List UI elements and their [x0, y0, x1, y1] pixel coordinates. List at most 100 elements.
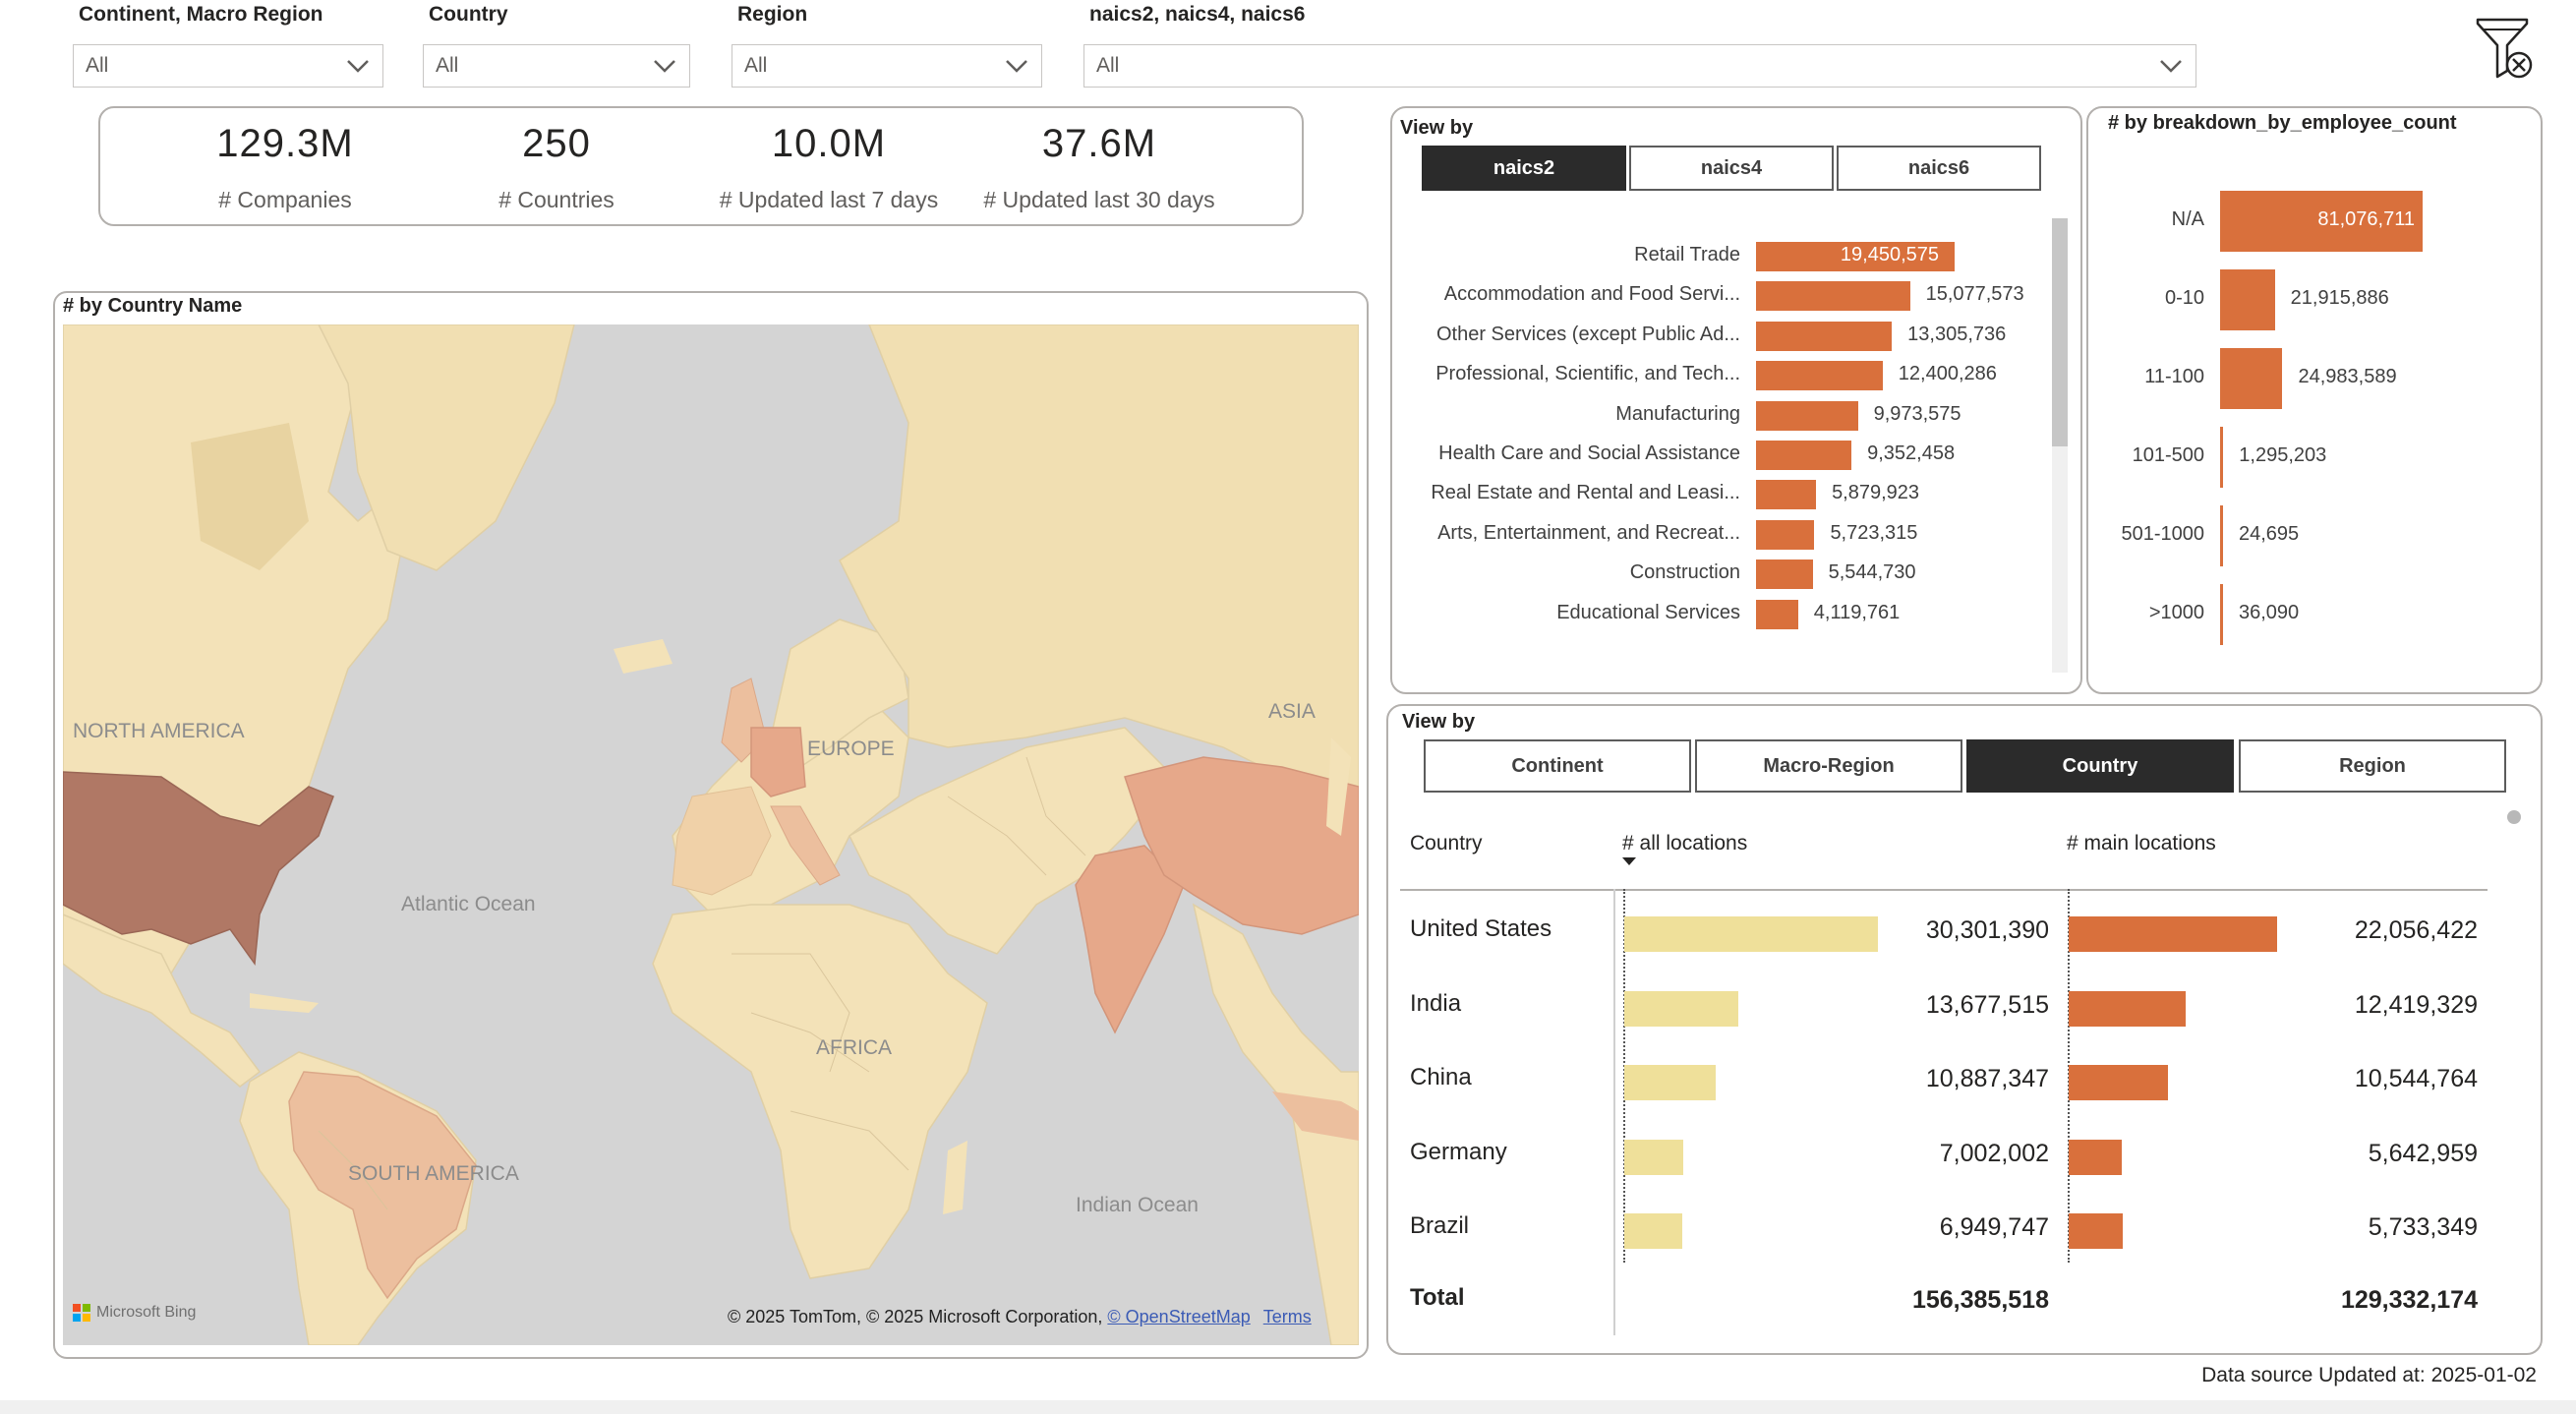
geo-scrollbar-thumb[interactable]: [2507, 810, 2521, 824]
main-locations-value: 10,544,764: [2354, 1065, 2478, 1093]
naics-bar[interactable]: [1756, 560, 1813, 590]
all-locations-bar: [1624, 1139, 1683, 1175]
all-locations-value: 7,002,002: [1939, 1139, 2049, 1167]
tab-region[interactable]: Region: [2239, 739, 2506, 793]
slicer-naics-dropdown[interactable]: All: [1083, 44, 2196, 88]
slicer-region-label: Region: [737, 3, 808, 26]
naics-scrollbar-thumb[interactable]: [2052, 218, 2068, 446]
naics-bar-row[interactable]: Other Services (except Public Ad... 13,30…: [1416, 316, 2045, 355]
chevron-down-icon: [347, 60, 369, 73]
microsoft-logo-icon: [73, 1304, 90, 1322]
clear-filters-icon[interactable]: [2474, 16, 2537, 81]
employee-bar-label: 11-100: [2144, 366, 2204, 387]
kpi-updated-30-label: # Updated last 30 days: [983, 187, 1215, 212]
table-row[interactable]: India 13,677,515 12,419,329: [1400, 975, 2491, 1050]
naics-bar[interactable]: [1756, 519, 1815, 550]
country-cell: Brazil: [1410, 1212, 1470, 1240]
country-cell: United States: [1410, 915, 1552, 942]
world-map[interactable]: NORTH AMERICA EUROPE ASIA Atlantic Ocean…: [63, 324, 1359, 1345]
naics-bar[interactable]: [1756, 321, 1893, 351]
employee-bar-row[interactable]: 0-10 21,915,886: [2104, 265, 2537, 344]
main-locations-bar: [2069, 990, 2187, 1027]
naics-bar-row[interactable]: Manufacturing 9,973,575: [1416, 395, 2045, 435]
bing-logo: Microsoft Bing: [73, 1304, 196, 1322]
naics-bar-label: Real Estate and Rental and Leasi...: [1431, 482, 1740, 504]
main-locations-value: 12,419,329: [2354, 990, 2478, 1019]
naics-bar[interactable]: [1756, 281, 1910, 312]
employee-bar[interactable]: [2220, 584, 2223, 645]
naics-bar-row[interactable]: Arts, Entertainment, and Recreat... 5,723…: [1416, 514, 2045, 554]
naics-view-by-title: View by: [1400, 117, 1474, 139]
employee-bar-row[interactable]: N/A 81,076,711: [2104, 187, 2537, 265]
col-header-main-locations[interactable]: # main locations: [2067, 832, 2216, 855]
employee-bar[interactable]: [2220, 348, 2283, 409]
naics-bar-label: Accommodation and Food Servi...: [1443, 283, 1740, 306]
map-canvas: [63, 324, 1359, 1345]
tab-country[interactable]: Country: [1966, 739, 2234, 793]
tab-continent[interactable]: Continent: [1424, 739, 1691, 793]
map-label-north-america: NORTH AMERICA: [73, 720, 245, 742]
employee-bar-row[interactable]: >1000 36,090: [2104, 580, 2537, 659]
map-label-south-america: SOUTH AMERICA: [348, 1162, 519, 1185]
kpi-updated-7-label: # Updated last 7 days: [719, 187, 939, 212]
tab-naics2[interactable]: naics2: [1422, 146, 1626, 191]
kpi-countries-label: # Countries: [498, 187, 615, 212]
kpi-updated-7-value: 10.0M: [771, 122, 887, 165]
chevron-down-icon: [1006, 60, 1027, 73]
naics-bar[interactable]: [1756, 400, 1858, 431]
col-header-all-locations[interactable]: # all locations: [1622, 832, 1747, 855]
slicer-continent-dropdown[interactable]: All: [73, 44, 383, 88]
table-row[interactable]: Brazil 6,949,747 5,733,349: [1400, 1198, 2491, 1272]
kpi-companies-value: 129.3M: [216, 122, 354, 165]
table-row[interactable]: United States 30,301,390 22,056,422: [1400, 901, 2491, 975]
openstreetmap-link[interactable]: © OpenStreetMap: [1107, 1307, 1250, 1326]
naics-bar-row[interactable]: Real Estate and Rental and Leasi... 5,879…: [1416, 474, 2045, 513]
employee-bar-row[interactable]: 11-100 24,983,589: [2104, 344, 2537, 423]
naics-bar-row[interactable]: Health Care and Social Assistance 9,352,4…: [1416, 435, 2045, 474]
map-copyright: © 2025 TomTom, © 2025 Microsoft Corporat…: [728, 1307, 1103, 1326]
all-locations-value: 30,301,390: [1925, 916, 2049, 944]
region-madagascar: [943, 1141, 967, 1214]
all-locations-value: 10,887,347: [1925, 1065, 2049, 1093]
naics-bar-row[interactable]: Professional, Scientific, and Tech... 12,…: [1416, 355, 2045, 394]
tab-macro-region[interactable]: Macro-Region: [1695, 739, 1962, 793]
map-label-asia: ASIA: [1268, 700, 1316, 723]
employee-bar-row[interactable]: 501-1000 24,695: [2104, 501, 2537, 580]
sort-desc-icon[interactable]: [1622, 857, 1636, 866]
naics-bar-row[interactable]: Construction 5,544,730: [1416, 554, 2045, 593]
naics-bar-value: 9,973,575: [1873, 402, 1961, 425]
naics-bar-label: Educational Services: [1556, 601, 1740, 623]
employee-bar[interactable]: [2220, 427, 2224, 488]
employee-bar-label: 101-500: [2132, 444, 2204, 466]
employee-bar[interactable]: [2220, 505, 2223, 566]
naics-bar-value: 5,879,923: [1832, 482, 1920, 504]
tab-naics6[interactable]: naics6: [1837, 146, 2041, 191]
employee-bar-value: 24,983,589: [2298, 366, 2397, 387]
naics-bar-value: 5,723,315: [1830, 521, 1918, 544]
slicer-continent-label: Continent, Macro Region: [79, 3, 323, 26]
table-row[interactable]: China 10,887,347 10,544,764: [1400, 1049, 2491, 1124]
slicer-country-dropdown[interactable]: All: [423, 44, 690, 88]
employee-bar-value: 36,090: [2239, 602, 2300, 623]
employee-bar-row[interactable]: 101-500 1,295,203: [2104, 423, 2537, 501]
naics-bar-value: 12,400,286: [1898, 363, 1997, 385]
naics-bar-row[interactable]: Accommodation and Food Servi... 15,077,57…: [1416, 275, 2045, 315]
naics-bar-row[interactable]: Retail Trade 19,450,575: [1416, 236, 2045, 275]
slicer-region-dropdown[interactable]: All: [732, 44, 1042, 88]
naics-bar[interactable]: [1756, 361, 1883, 391]
naics-bar[interactable]: [1756, 441, 1852, 470]
naics-bar-row[interactable]: Educational Services 4,119,761: [1416, 594, 2045, 633]
naics-scrollbar-track[interactable]: [2052, 218, 2068, 673]
col-header-country[interactable]: Country: [1410, 832, 1483, 855]
all-locations-value: 13,677,515: [1925, 990, 2049, 1019]
tab-naics4[interactable]: naics4: [1629, 146, 1834, 191]
employee-bar[interactable]: [2220, 269, 2275, 330]
region-caribbean: [250, 993, 319, 1013]
terms-link[interactable]: Terms: [1263, 1307, 1312, 1326]
naics-bar[interactable]: [1756, 480, 1817, 510]
region-africa: [652, 904, 988, 1279]
table-row[interactable]: Germany 7,002,002 5,642,959: [1400, 1124, 2491, 1199]
naics-bar[interactable]: [1756, 599, 1798, 629]
total-label: Total: [1410, 1284, 1465, 1311]
bottom-bar: [0, 1400, 2576, 1414]
